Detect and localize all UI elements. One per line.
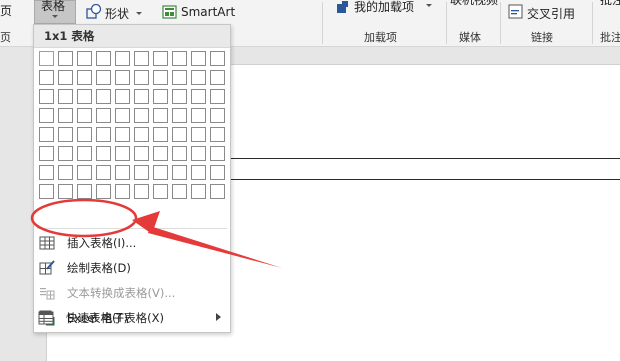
annotation-overlay	[30, 198, 282, 268]
highlight-circle	[30, 198, 138, 238]
arrow-shaft	[148, 226, 282, 268]
